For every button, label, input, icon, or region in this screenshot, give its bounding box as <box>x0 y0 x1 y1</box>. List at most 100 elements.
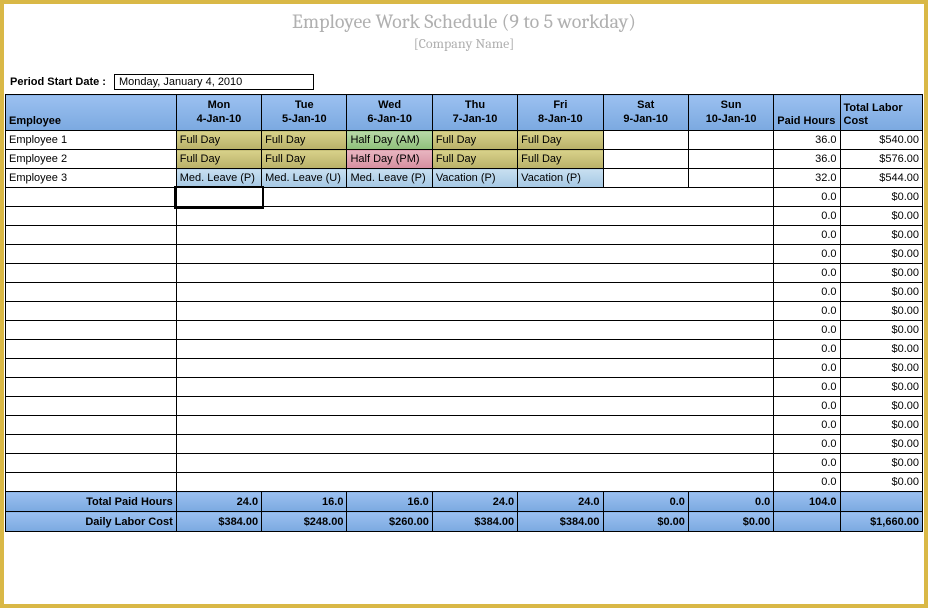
schedule-cell[interactable] <box>603 131 688 150</box>
total-cell[interactable] <box>840 492 922 512</box>
schedule-cell[interactable]: Full Day <box>262 131 347 150</box>
schedule-cell[interactable] <box>262 226 347 245</box>
schedule-cell[interactable] <box>688 302 773 321</box>
schedule-cell[interactable] <box>262 188 347 207</box>
labor-cost-cell[interactable]: $0.00 <box>840 416 922 435</box>
schedule-cell[interactable] <box>176 340 261 359</box>
schedule-cell[interactable] <box>176 188 261 207</box>
schedule-cell[interactable] <box>176 226 261 245</box>
schedule-cell[interactable]: Med. Leave (U) <box>262 169 347 188</box>
schedule-cell[interactable]: Full Day <box>176 131 261 150</box>
employee-name-cell[interactable] <box>6 435 177 454</box>
schedule-cell[interactable] <box>347 207 432 226</box>
paid-hours-cell[interactable]: 0.0 <box>774 264 840 283</box>
total-cell[interactable]: 0.0 <box>603 492 688 512</box>
schedule-cell[interactable] <box>688 359 773 378</box>
total-cell[interactable]: $1,660.00 <box>840 512 922 532</box>
schedule-cell[interactable]: Full Day <box>432 150 517 169</box>
total-cell[interactable]: $248.00 <box>262 512 347 532</box>
labor-cost-cell[interactable]: $0.00 <box>840 188 922 207</box>
schedule-cell[interactable] <box>262 378 347 397</box>
schedule-cell[interactable] <box>262 321 347 340</box>
schedule-cell[interactable] <box>347 321 432 340</box>
total-cell[interactable]: $260.00 <box>347 512 432 532</box>
col-wed[interactable]: Wed6-Jan-10 <box>347 95 432 131</box>
employee-name-cell[interactable]: Employee 2 <box>6 150 177 169</box>
total-cell[interactable]: $0.00 <box>603 512 688 532</box>
employee-name-cell[interactable] <box>6 283 177 302</box>
schedule-cell[interactable] <box>176 264 261 283</box>
schedule-cell[interactable] <box>603 150 688 169</box>
paid-hours-cell[interactable]: 0.0 <box>774 226 840 245</box>
schedule-cell[interactable] <box>688 245 773 264</box>
schedule-cell[interactable] <box>603 245 688 264</box>
labor-cost-cell[interactable]: $0.00 <box>840 283 922 302</box>
schedule-cell[interactable] <box>176 245 261 264</box>
schedule-cell[interactable] <box>347 359 432 378</box>
schedule-cell[interactable] <box>688 226 773 245</box>
employee-name-cell[interactable] <box>6 454 177 473</box>
schedule-cell[interactable] <box>688 435 773 454</box>
schedule-cell[interactable] <box>262 340 347 359</box>
paid-hours-cell[interactable]: 36.0 <box>774 131 840 150</box>
schedule-cell[interactable] <box>518 378 603 397</box>
schedule-cell[interactable] <box>432 321 517 340</box>
labor-cost-cell[interactable]: $544.00 <box>840 169 922 188</box>
schedule-cell[interactable]: Vacation (P) <box>432 169 517 188</box>
schedule-cell[interactable] <box>603 188 688 207</box>
employee-name-cell[interactable] <box>6 264 177 283</box>
schedule-cell[interactable] <box>603 378 688 397</box>
col-sun[interactable]: Sun10-Jan-10 <box>688 95 773 131</box>
schedule-cell[interactable] <box>603 435 688 454</box>
labor-cost-cell[interactable]: $0.00 <box>840 245 922 264</box>
schedule-cell[interactable]: Full Day <box>518 131 603 150</box>
schedule-cell[interactable] <box>432 264 517 283</box>
total-cell[interactable]: $0.00 <box>688 512 773 532</box>
period-start-date-input[interactable]: Monday, January 4, 2010 <box>114 74 314 90</box>
schedule-cell[interactable] <box>262 473 347 492</box>
paid-hours-cell[interactable]: 0.0 <box>774 283 840 302</box>
schedule-cell[interactable] <box>176 302 261 321</box>
schedule-cell[interactable] <box>347 226 432 245</box>
schedule-cell[interactable] <box>432 359 517 378</box>
schedule-cell[interactable] <box>603 302 688 321</box>
schedule-cell[interactable] <box>347 264 432 283</box>
schedule-cell[interactable]: Full Day <box>432 131 517 150</box>
paid-hours-cell[interactable]: 0.0 <box>774 378 840 397</box>
paid-hours-cell[interactable]: 0.0 <box>774 473 840 492</box>
paid-hours-cell[interactable]: 0.0 <box>774 245 840 264</box>
schedule-cell[interactable] <box>176 283 261 302</box>
labor-cost-cell[interactable]: $0.00 <box>840 397 922 416</box>
paid-hours-cell[interactable]: 0.0 <box>774 340 840 359</box>
schedule-cell[interactable] <box>262 302 347 321</box>
employee-name-cell[interactable] <box>6 473 177 492</box>
schedule-cell[interactable] <box>432 416 517 435</box>
schedule-cell[interactable] <box>518 226 603 245</box>
labor-cost-cell[interactable]: $0.00 <box>840 302 922 321</box>
schedule-cell[interactable] <box>518 264 603 283</box>
schedule-cell[interactable] <box>432 283 517 302</box>
schedule-cell[interactable] <box>518 207 603 226</box>
total-cell[interactable]: $384.00 <box>176 512 261 532</box>
schedule-cell[interactable] <box>688 473 773 492</box>
paid-hours-cell[interactable]: 0.0 <box>774 416 840 435</box>
schedule-cell[interactable] <box>688 416 773 435</box>
labor-cost-cell[interactable]: $0.00 <box>840 454 922 473</box>
paid-hours-cell[interactable]: 0.0 <box>774 359 840 378</box>
schedule-cell[interactable] <box>347 283 432 302</box>
schedule-cell[interactable]: Med. Leave (P) <box>347 169 432 188</box>
schedule-cell[interactable]: Half Day (PM) <box>347 150 432 169</box>
schedule-cell[interactable] <box>262 283 347 302</box>
labor-cost-cell[interactable]: $0.00 <box>840 359 922 378</box>
col-employee[interactable]: Employee <box>6 95 177 131</box>
schedule-cell[interactable] <box>688 150 773 169</box>
schedule-cell[interactable]: Vacation (P) <box>518 169 603 188</box>
schedule-cell[interactable] <box>432 226 517 245</box>
paid-hours-cell[interactable]: 0.0 <box>774 302 840 321</box>
schedule-cell[interactable] <box>176 397 261 416</box>
schedule-cell[interactable] <box>603 264 688 283</box>
schedule-cell[interactable] <box>688 188 773 207</box>
schedule-cell[interactable] <box>603 397 688 416</box>
schedule-cell[interactable] <box>518 397 603 416</box>
schedule-cell[interactable] <box>688 454 773 473</box>
